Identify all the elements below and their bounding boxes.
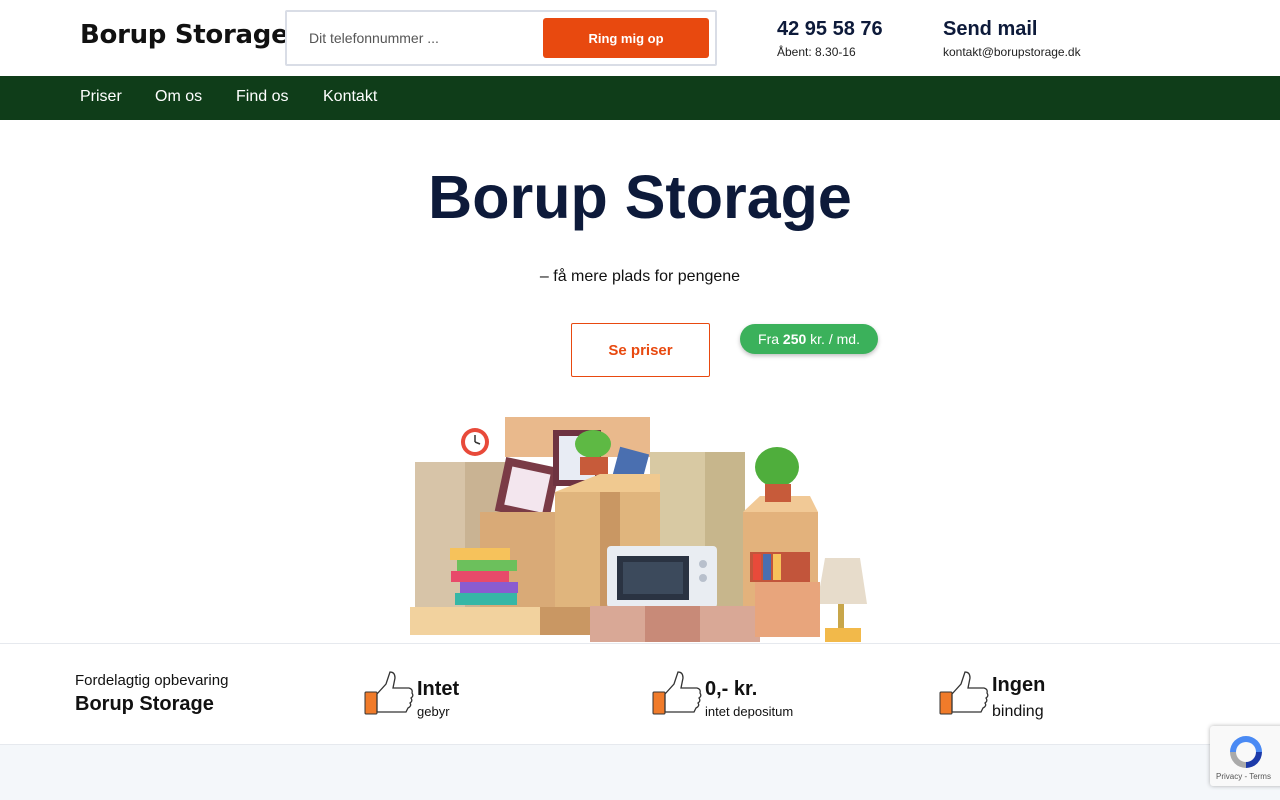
thumbs-up-icon <box>939 671 989 715</box>
features-lead-small: Fordelagtig opbevaring <box>75 672 229 689</box>
nav-item-om-os[interactable]: Om os <box>155 88 202 106</box>
price-badge: Fra 250 kr. / md. <box>740 324 878 354</box>
price-prefix: Fra <box>758 331 780 347</box>
price-suffix: kr. / md. <box>810 331 860 347</box>
phone-input[interactable] <box>297 20 537 56</box>
phone-contact: 42 95 58 76 Åbent: 8.30-16 <box>777 18 883 59</box>
features-lead-big: Borup Storage <box>75 693 214 715</box>
price-value: 250 <box>782 331 807 347</box>
thumbs-up-icon <box>652 671 702 715</box>
feature-desc: binding <box>992 703 1044 720</box>
hero-title: Borup Storage <box>428 163 852 231</box>
recaptcha-links[interactable]: Privacy - Terms <box>1216 772 1271 781</box>
recaptcha-badge[interactable]: Privacy - Terms <box>1210 726 1280 786</box>
callback-form: Ring mig op <box>285 10 717 66</box>
feature-title: Ingen <box>992 674 1046 696</box>
call-me-button[interactable]: Ring mig op <box>543 18 709 58</box>
hero-subtitle: – få mere plads for pengene <box>539 268 741 285</box>
feature-title: 0,- kr. <box>705 678 758 700</box>
feature-no-fee: Intet gebyr <box>364 670 564 719</box>
nav-item-kontakt[interactable]: Kontakt <box>323 88 377 106</box>
main-nav: Priser Om os Find os Kontakt <box>0 76 1280 120</box>
opening-hours: Åbent: 8.30-16 <box>777 45 856 59</box>
nav-item-priser[interactable]: Priser <box>80 88 122 106</box>
features-lead: Fordelagtig opbevaring Borup Storage <box>75 672 228 716</box>
feature-title: Intet <box>417 678 460 700</box>
send-mail-title[interactable]: Send mail <box>943 18 1081 41</box>
recaptcha-icon <box>1230 736 1262 768</box>
site-header: Borup Storage Ring mig op 42 95 58 76 Åb… <box>0 0 1280 76</box>
feature-no-deposit: 0,- kr. intet depositum <box>652 670 872 719</box>
phone-number[interactable]: 42 95 58 76 <box>777 18 883 41</box>
feature-desc: gebyr <box>417 704 450 719</box>
site-logo[interactable]: Borup Storage <box>80 20 289 50</box>
feature-desc: intet depositum <box>705 704 794 719</box>
thumbs-up-icon <box>364 671 414 715</box>
mail-address[interactable]: kontakt@borupstorage.dk <box>943 45 1081 59</box>
see-prices-button[interactable]: Se priser <box>571 323 710 377</box>
storage-boxes-illustration <box>410 417 867 642</box>
features-bar: Fordelagtig opbevaring Borup Storage Int… <box>0 643 1280 745</box>
mail-contact: Send mail kontakt@borupstorage.dk <box>943 18 1081 59</box>
bottom-section <box>0 745 1280 800</box>
feature-no-binding: Ingen binding <box>939 670 1139 720</box>
nav-item-find-os[interactable]: Find os <box>236 88 288 106</box>
